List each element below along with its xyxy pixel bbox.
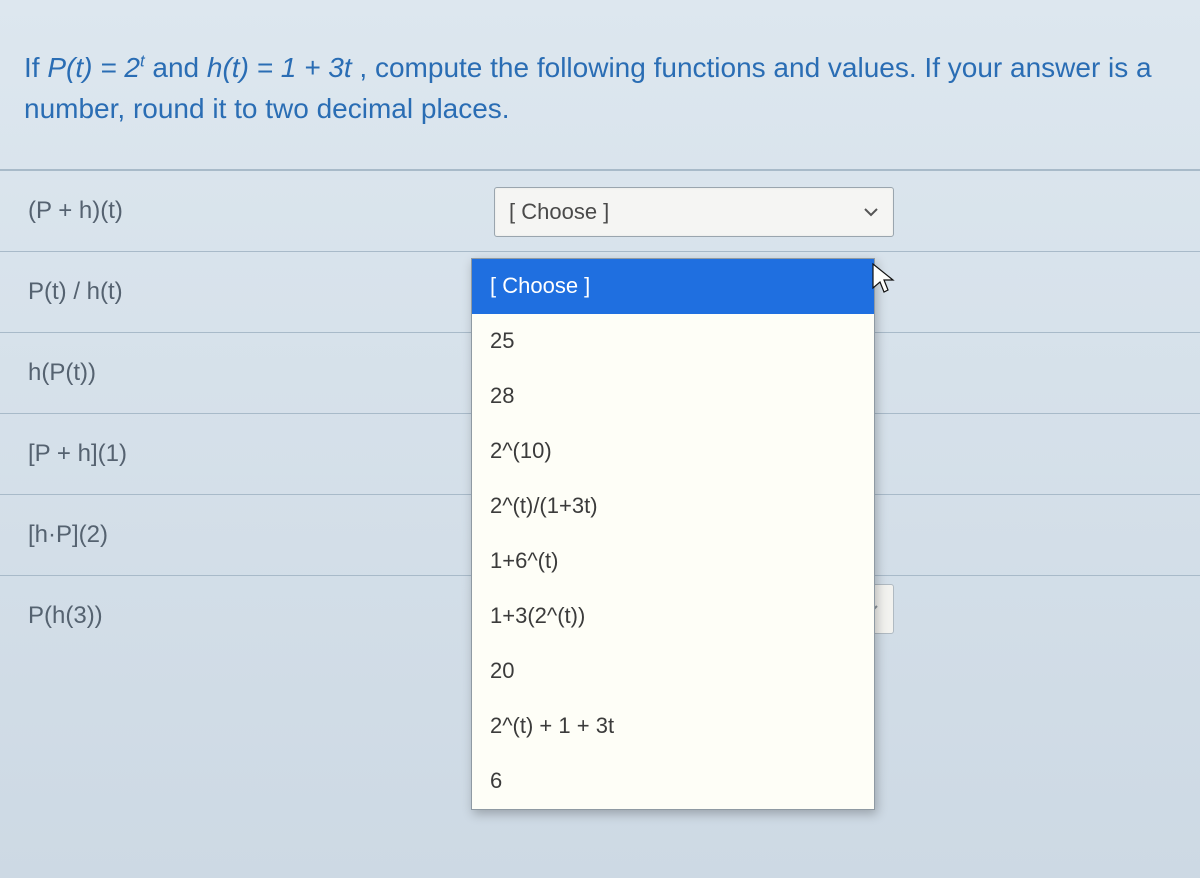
dropdown-option[interactable]: 6 — [472, 754, 874, 809]
option-text: 28 — [490, 383, 514, 408]
dropdown-option[interactable]: 1+6^(t) — [472, 534, 874, 589]
option-text: 6 — [490, 768, 502, 793]
question-text: If P(t) = 2t and h(t) = 1 + 3t , compute… — [24, 48, 1176, 129]
option-text: 2^(10) — [490, 438, 552, 463]
and-text: and — [152, 52, 207, 83]
dropdown-option[interactable]: 20 — [472, 644, 874, 699]
dropdown-option[interactable]: 25 — [472, 314, 874, 369]
label-text: P(t) / h(t) — [28, 278, 123, 306]
dropdown-option[interactable]: 2^(10) — [472, 424, 874, 479]
chevron-down-icon — [863, 206, 879, 218]
select-placeholder: [ Choose ] — [509, 199, 609, 225]
question-prefix: If — [24, 52, 47, 83]
label-text: h(P(t)) — [28, 359, 96, 387]
exp-t: t — [140, 52, 145, 71]
option-text: 2^(t) + 1 + 3t — [490, 713, 614, 738]
option-text: 1+3(2^(t)) — [490, 603, 585, 628]
option-text: 2^(t)/(1+3t) — [490, 493, 598, 518]
quiz-page: If P(t) = 2t and h(t) = 1 + 3t , compute… — [0, 0, 1200, 878]
answer-cell-1: [ Choose ] — [494, 171, 954, 252]
label-text: P(h(3)) — [28, 602, 103, 630]
dropdown-option[interactable]: 28 — [472, 369, 874, 424]
label-text: (P + h)(t) — [28, 197, 123, 225]
answer-select-1[interactable]: [ Choose ] — [494, 187, 894, 237]
dropdown-menu[interactable]: [ Choose ] 25 28 2^(10) 2^(t)/(1+3t) 1+6… — [471, 258, 875, 810]
option-text: 25 — [490, 328, 514, 353]
dropdown-option-placeholder[interactable]: [ Choose ] — [472, 259, 874, 314]
cursor-icon — [870, 262, 898, 296]
dropdown-option[interactable]: 2^(t) + 1 + 3t — [472, 699, 874, 754]
dropdown-option[interactable]: 2^(t)/(1+3t) — [472, 479, 874, 534]
option-text: [ Choose ] — [490, 273, 590, 298]
dropdown-option[interactable]: 1+3(2^(t)) — [472, 589, 874, 644]
p-of-t: P(t) = 2 — [47, 52, 140, 83]
option-text: 1+6^(t) — [490, 548, 558, 573]
option-text: 20 — [490, 658, 514, 683]
h-of-t: h(t) = 1 + 3t — [207, 52, 352, 83]
label-text: [P + h](1) — [28, 440, 127, 468]
label-text: [h·P](2) — [28, 521, 108, 549]
